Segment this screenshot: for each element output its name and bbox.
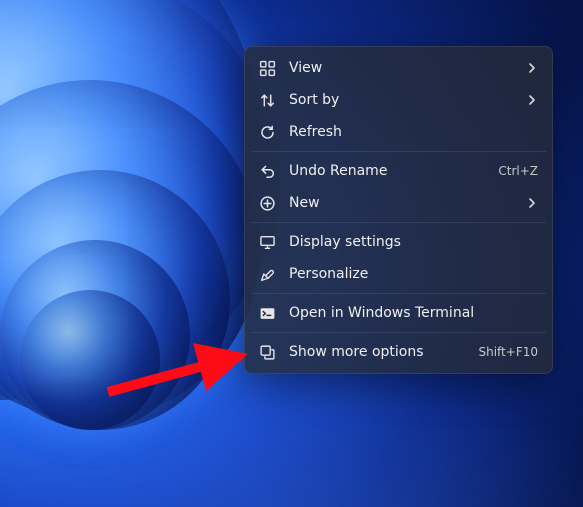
menu-item-shortcut: Shift+F10 <box>478 345 538 359</box>
display-icon <box>259 234 276 251</box>
menu-item-refresh[interactable]: Refresh <box>250 116 547 148</box>
new-icon <box>259 195 276 212</box>
chevron-right-icon <box>526 197 538 209</box>
menu-separator <box>251 293 546 294</box>
menu-item-open-in-windows-terminal[interactable]: Open in Windows Terminal <box>250 297 547 329</box>
menu-item-label: Refresh <box>289 124 538 140</box>
chevron-right-icon <box>526 62 538 74</box>
desktop-context-menu[interactable]: View Sort by Refresh Undo Rename Ctrl+Z New Di… <box>244 46 553 374</box>
terminal-icon <box>259 305 276 322</box>
menu-item-label: New <box>289 195 514 211</box>
chevron-right-icon <box>526 94 538 106</box>
personalize-icon <box>259 266 276 283</box>
menu-item-label: Undo Rename <box>289 163 486 179</box>
undo-icon <box>259 163 276 180</box>
menu-item-sort-by[interactable]: Sort by <box>250 84 547 116</box>
refresh-icon <box>259 124 276 141</box>
menu-item-shortcut: Ctrl+Z <box>498 164 538 178</box>
sort-icon <box>259 92 276 109</box>
menu-item-show-more-options[interactable]: Show more options Shift+F10 <box>250 336 547 368</box>
menu-item-personalize[interactable]: Personalize <box>250 258 547 290</box>
menu-item-display-settings[interactable]: Display settings <box>250 226 547 258</box>
menu-item-label: Sort by <box>289 92 514 108</box>
menu-item-label: Display settings <box>289 234 538 250</box>
menu-item-label: View <box>289 60 514 76</box>
menu-item-label: Open in Windows Terminal <box>289 305 538 321</box>
menu-separator <box>251 222 546 223</box>
menu-item-undo-rename[interactable]: Undo Rename Ctrl+Z <box>250 155 547 187</box>
menu-separator <box>251 151 546 152</box>
menu-item-label: Personalize <box>289 266 538 282</box>
grid-icon <box>259 60 276 77</box>
menu-item-new[interactable]: New <box>250 187 547 219</box>
menu-item-label: Show more options <box>289 344 466 360</box>
menu-item-view[interactable]: View <box>250 52 547 84</box>
menu-separator <box>251 332 546 333</box>
more-icon <box>259 344 276 361</box>
